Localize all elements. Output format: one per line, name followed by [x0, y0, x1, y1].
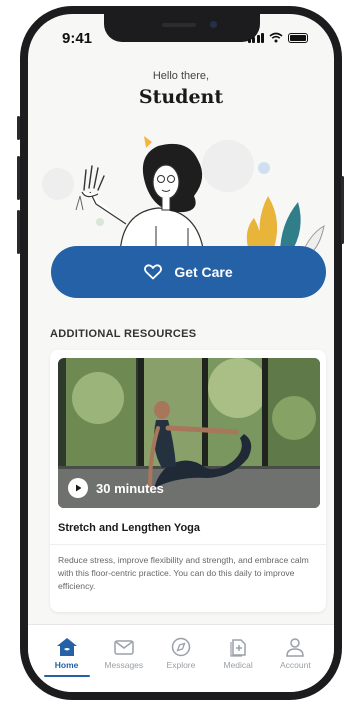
section-title: ADDITIONAL RESOURCES [50, 328, 197, 340]
user-name: Student [138, 86, 224, 108]
phone-frame: 9:41 Hello there, Student Get Care ADDIT… [17, 6, 344, 700]
card-title: Stretch and Lengthen Yoga [58, 522, 200, 534]
active-tab-indicator [43, 675, 90, 677]
heart-icon [144, 264, 163, 280]
tab-label: Home [54, 660, 79, 670]
mail-icon [114, 640, 134, 655]
hero-illustration [42, 136, 325, 254]
volume-down-button [17, 210, 20, 254]
front-camera [210, 21, 217, 28]
yoga-thumbnail[interactable]: 30 minutes [58, 358, 320, 508]
tab-home[interactable]: Home [40, 625, 94, 692]
status-time: 9:41 [62, 30, 93, 47]
speaker [162, 23, 196, 27]
medical-file-icon [230, 639, 246, 657]
user-icon [286, 638, 305, 657]
screen: 9:41 Hello there, Student Get Care ADDIT… [28, 14, 334, 692]
signal-icon [247, 32, 264, 43]
greeting-text: Hello there, [152, 70, 210, 82]
volume-up-button [17, 156, 20, 200]
power-button [341, 176, 344, 244]
resource-card[interactable]: 30 minutes Stretch and Lengthen Yoga Red… [50, 350, 326, 612]
tab-label: Medical [223, 660, 253, 670]
compass-icon [171, 637, 191, 657]
play-icon[interactable] [68, 478, 88, 498]
tab-label: Explore [166, 660, 196, 670]
tab-label: Messages [104, 660, 144, 670]
duration-label: 30 minutes [96, 480, 164, 496]
video-duration: 30 minutes [68, 478, 164, 498]
tab-messages[interactable]: Messages [97, 625, 151, 692]
battery-icon [288, 32, 308, 43]
tab-medical[interactable]: Medical [211, 625, 265, 692]
tab-account[interactable]: Account [268, 625, 322, 692]
tab-explore[interactable]: Explore [154, 625, 208, 692]
status-icons [247, 32, 308, 43]
card-divider [50, 544, 326, 545]
mute-switch [17, 116, 20, 140]
notch [104, 14, 260, 42]
home-icon [56, 638, 77, 656]
wifi-icon [269, 32, 283, 43]
get-care-button[interactable]: Get Care [51, 246, 326, 298]
get-care-label: Get Care [174, 264, 233, 280]
tab-label: Account [279, 660, 311, 670]
card-description: Reduce stress, improve flexibility and s… [58, 555, 309, 591]
bottom-tab-bar: Home Messages Explore Medical Account [28, 624, 334, 692]
